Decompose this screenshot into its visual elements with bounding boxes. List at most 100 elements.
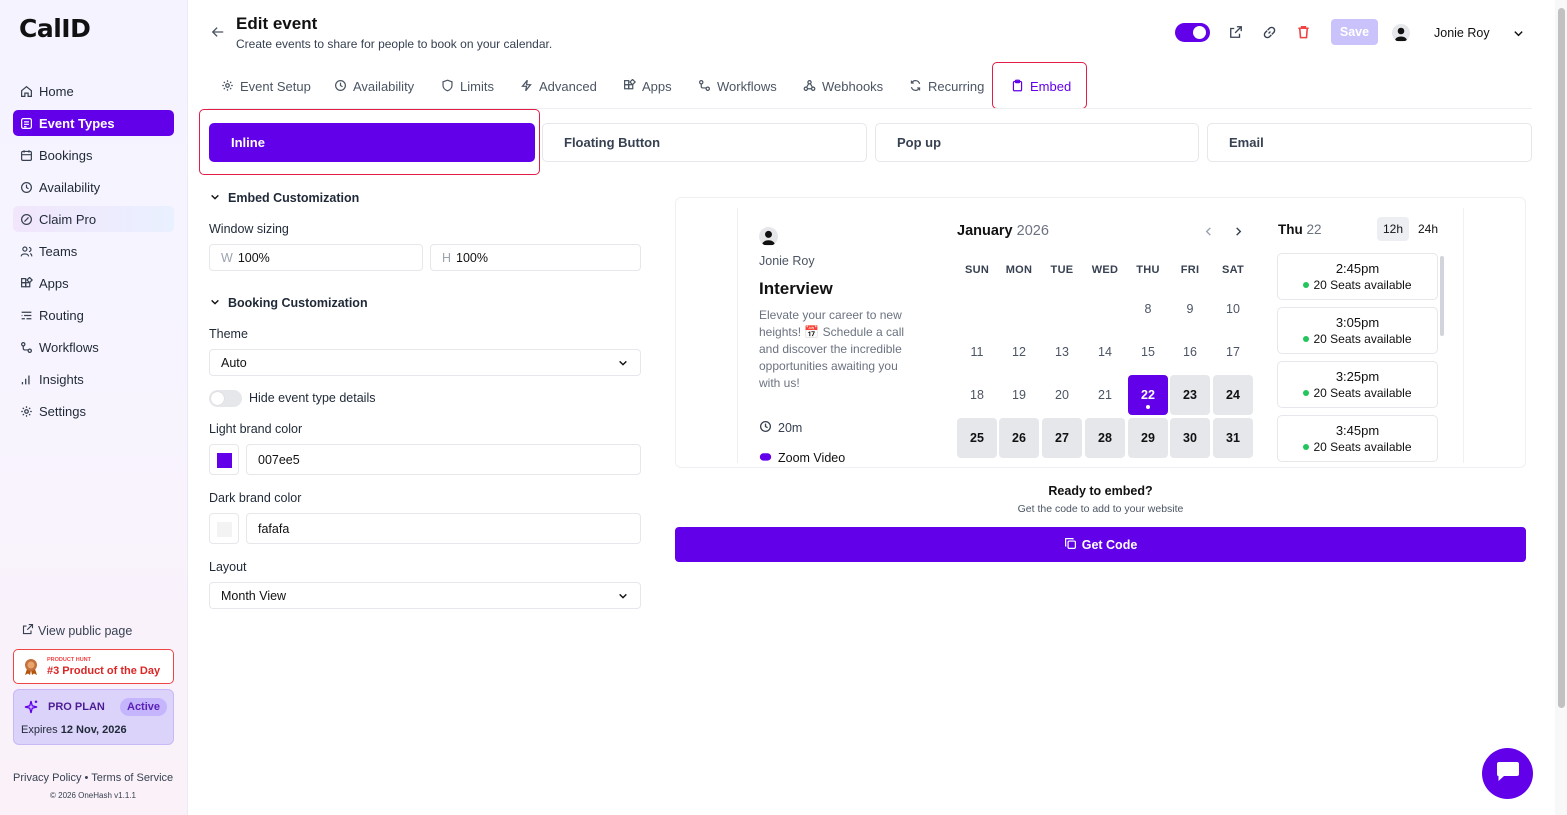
embed-type-email[interactable]: Email bbox=[1207, 123, 1532, 162]
calendar-day[interactable]: 27 bbox=[1042, 418, 1082, 458]
shield-icon bbox=[441, 79, 454, 95]
height-input[interactable]: H 100% bbox=[430, 244, 641, 271]
slot-time: 3:05pm bbox=[1335, 315, 1380, 330]
calendar-day[interactable]: 31 bbox=[1213, 418, 1253, 458]
width-input[interactable]: W 100% bbox=[209, 244, 423, 271]
availability-dot bbox=[1303, 335, 1310, 342]
trash-icon[interactable] bbox=[1296, 24, 1311, 43]
link-icon[interactable] bbox=[1262, 25, 1277, 43]
slot-seats-label: 20 Seats available bbox=[1313, 386, 1412, 400]
tab-workflows[interactable]: Workflows bbox=[698, 78, 777, 95]
sidebar-item-home[interactable]: Home bbox=[13, 78, 174, 104]
embed-customization-toggle[interactable]: Embed Customization bbox=[210, 191, 359, 205]
light-brand-swatch-button[interactable] bbox=[209, 444, 239, 475]
layout-select[interactable]: Month View bbox=[209, 582, 641, 609]
sidebar-item-teams[interactable]: Teams bbox=[13, 238, 174, 264]
weekday-header: WED bbox=[1091, 264, 1119, 276]
privacy-policy-link[interactable]: Privacy Policy bbox=[13, 772, 81, 784]
tab-limits[interactable]: Limits bbox=[441, 78, 494, 95]
view-public-page-link[interactable]: View public page bbox=[22, 623, 132, 638]
time-slot[interactable]: 3:05pm 20 Seats available bbox=[1277, 307, 1438, 354]
slot-seats: 20 Seats available bbox=[1278, 332, 1437, 346]
calendar-day[interactable]: 23 bbox=[1170, 375, 1210, 415]
get-code-label: Get Code bbox=[1081, 537, 1138, 552]
dark-brand-label: Dark brand color bbox=[209, 491, 302, 505]
today-dot bbox=[1146, 405, 1150, 409]
sidebar-item-label: Insights bbox=[39, 371, 84, 387]
light-brand-input[interactable]: 007ee5 bbox=[246, 444, 641, 475]
embed-type-pop-up[interactable]: Pop up bbox=[875, 123, 1199, 162]
calendar-day: 18 bbox=[970, 388, 984, 402]
sidebar-item-insights[interactable]: Insights bbox=[13, 366, 174, 392]
event-title: Interview bbox=[759, 279, 833, 298]
dark-brand-input[interactable]: fafafa bbox=[246, 513, 641, 544]
embed-type-floating-button[interactable]: Floating Button bbox=[542, 123, 867, 162]
app-logo[interactable]: CalID bbox=[19, 14, 91, 43]
tab-recurring[interactable]: Recurring bbox=[909, 78, 984, 95]
format-24h-toggle[interactable]: 24h bbox=[1413, 217, 1443, 241]
calendar-day-selected[interactable]: 22 bbox=[1128, 375, 1168, 415]
slot-seats-label: 20 Seats available bbox=[1313, 440, 1412, 454]
chat-support-button[interactable] bbox=[1482, 748, 1533, 799]
event-description: Elevate your career to new heights! 📅 Sc… bbox=[759, 308, 905, 390]
sidebar-item-availability[interactable]: Availability bbox=[13, 174, 174, 200]
calendar-day: 21 bbox=[1098, 388, 1112, 402]
repeat-icon bbox=[909, 79, 922, 95]
apps-icon bbox=[623, 78, 636, 95]
calendar-day[interactable]: 29 bbox=[1128, 418, 1168, 458]
external-link-icon[interactable] bbox=[1229, 25, 1243, 42]
sidebar-item-settings[interactable]: Settings bbox=[13, 398, 174, 424]
sidebar-item-apps[interactable]: Apps bbox=[13, 270, 174, 296]
hidden-toggle[interactable] bbox=[1175, 23, 1210, 42]
hide-details-toggle[interactable] bbox=[209, 390, 242, 407]
page-title: Edit event bbox=[236, 14, 318, 33]
next-month-icon[interactable] bbox=[1233, 225, 1244, 240]
pro-plan-card: PRO PLAN Active Expires 12 Nov, 2026 bbox=[13, 689, 174, 745]
time-slot[interactable]: 3:25pm 20 Seats available bbox=[1277, 361, 1438, 408]
time-slot[interactable]: 3:45pm 20 Seats available bbox=[1277, 415, 1438, 462]
tab-advanced[interactable]: Advanced bbox=[520, 78, 597, 95]
dark-brand-swatch-button[interactable] bbox=[209, 513, 239, 544]
webhook-icon bbox=[803, 79, 816, 95]
save-button[interactable]: Save bbox=[1331, 19, 1378, 45]
sidebar-item-routing[interactable]: Routing bbox=[13, 302, 174, 328]
tab-apps[interactable]: Apps bbox=[623, 78, 672, 95]
sidebar-item-bookings[interactable]: Bookings bbox=[13, 142, 174, 168]
chevron-down-icon bbox=[210, 191, 220, 205]
sidebar-item-workflows[interactable]: Workflows bbox=[13, 334, 174, 360]
host-name: Jonie Roy bbox=[759, 254, 815, 268]
tab-webhooks[interactable]: Webhooks bbox=[803, 78, 883, 95]
page-scrollbar-thumb[interactable] bbox=[1558, 8, 1565, 708]
user-name[interactable]: Jonie Roy bbox=[1434, 26, 1490, 40]
tab-event-setup[interactable]: Event Setup bbox=[221, 78, 311, 95]
terms-link[interactable]: Terms of Service bbox=[91, 772, 173, 784]
calendar-day[interactable]: 24 bbox=[1213, 375, 1253, 415]
calendar-day[interactable]: 25 bbox=[957, 418, 997, 458]
sidebar-item-claim-pro[interactable]: Claim Pro bbox=[13, 206, 174, 232]
tab-label: Event Setup bbox=[240, 79, 311, 94]
get-code-button[interactable]: Get Code bbox=[675, 527, 1526, 562]
calendar-day: 14 bbox=[1098, 345, 1112, 359]
slots-scrollbar[interactable] bbox=[1440, 256, 1444, 336]
calendar-day[interactable]: 28 bbox=[1085, 418, 1125, 458]
sidebar-item-event-types[interactable]: Event Types bbox=[13, 110, 174, 136]
slot-time: 3:45pm bbox=[1335, 423, 1380, 438]
product-hunt-badge[interactable]: PRODUCT HUNT #3 Product of the Day bbox=[13, 649, 174, 684]
calendar-day[interactable]: 30 bbox=[1170, 418, 1210, 458]
theme-value: Auto bbox=[221, 355, 247, 370]
format-12h-toggle[interactable]: 12h bbox=[1377, 217, 1409, 241]
tab-label: Limits bbox=[460, 79, 494, 94]
slot-seats: 20 Seats available bbox=[1278, 440, 1437, 454]
back-arrow-icon[interactable] bbox=[211, 25, 225, 42]
workflows-icon bbox=[20, 341, 33, 354]
calendar-day[interactable]: 26 bbox=[999, 418, 1039, 458]
avatar[interactable] bbox=[1392, 24, 1410, 42]
chevron-down-icon[interactable] bbox=[1513, 27, 1524, 42]
prev-month-icon[interactable] bbox=[1203, 225, 1214, 240]
page-subtitle: Create events to share for people to boo… bbox=[236, 37, 553, 51]
time-slot[interactable]: 2:45pm 20 Seats available bbox=[1277, 253, 1438, 300]
theme-select[interactable]: Auto bbox=[209, 349, 641, 376]
tab-availability[interactable]: Availability bbox=[334, 78, 414, 95]
booking-customization-toggle[interactable]: Booking Customization bbox=[210, 296, 368, 310]
embed-tab-highlight bbox=[992, 62, 1087, 109]
